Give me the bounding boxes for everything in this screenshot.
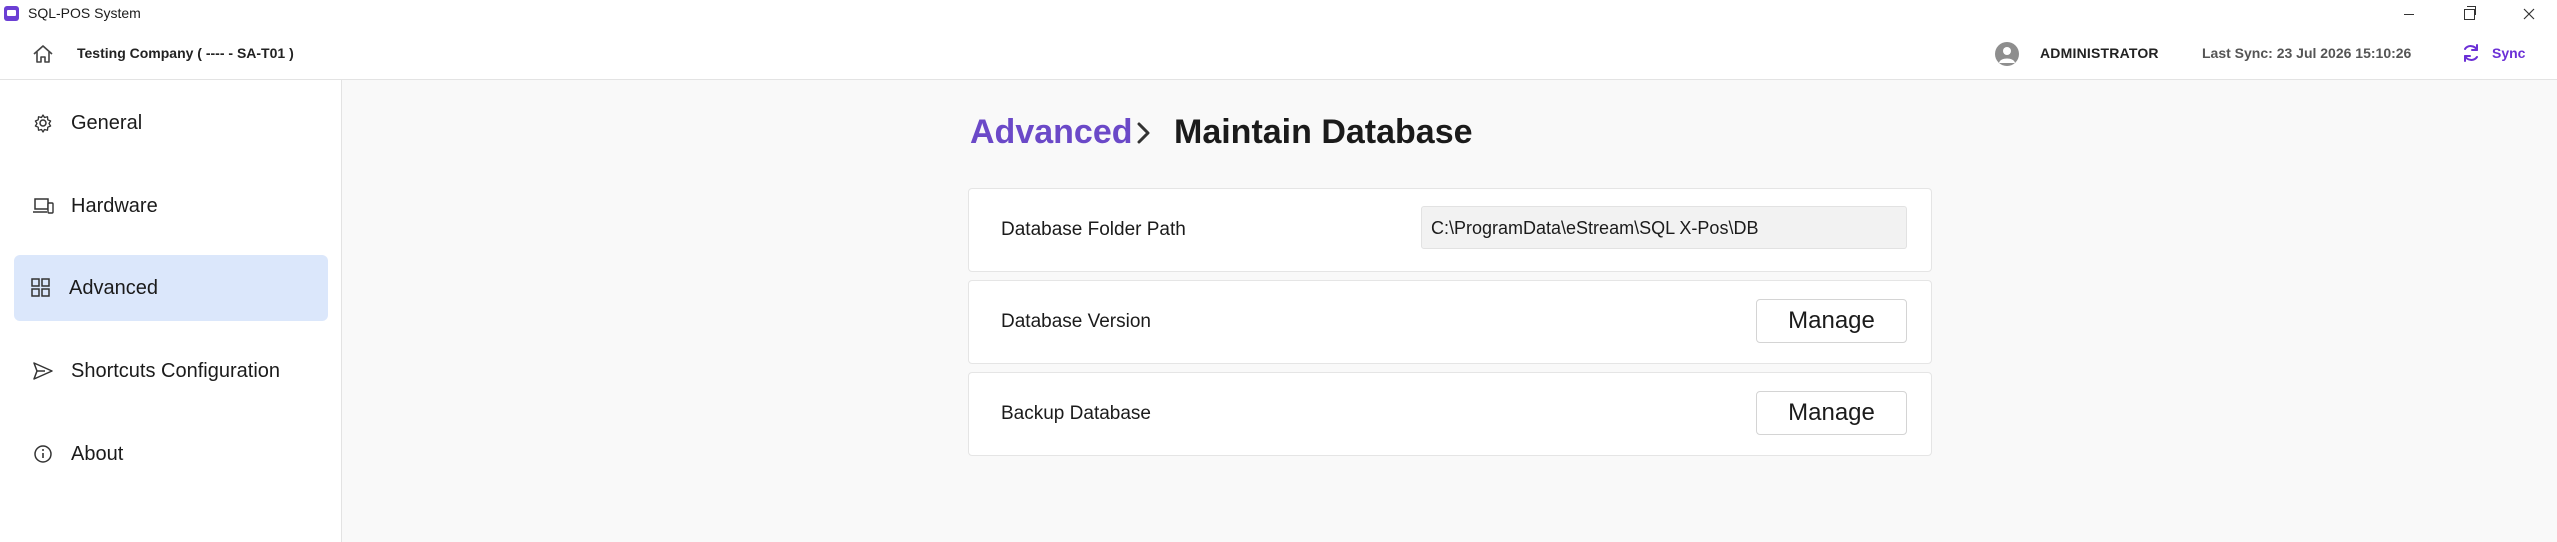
sidebar-item-label: Hardware (71, 195, 158, 217)
sync-button[interactable]: Sync (2492, 45, 2525, 61)
user-name: ADMINISTRATOR (2040, 45, 2159, 61)
info-icon (34, 445, 52, 463)
app-icon (4, 6, 19, 21)
sidebar-item-about[interactable]: About (14, 421, 328, 487)
devices-icon (33, 198, 54, 214)
sidebar-item-shortcuts[interactable]: Shortcuts Configuration (14, 338, 328, 404)
last-sync-text: Last Sync: 23 Jul 2026 15:10:26 (2202, 45, 2412, 61)
gear-icon (34, 114, 52, 133)
sidebar: General Hardware Advanced Shortcuts Conf… (0, 80, 342, 542)
restore-button[interactable] (2446, 0, 2492, 28)
database-version-row: Database Version Manage (968, 280, 1932, 364)
breadcrumb-parent-link[interactable]: Advanced (970, 113, 1133, 152)
title-bar: SQL-POS System (0, 0, 2557, 28)
backup-database-manage-button[interactable]: Manage (1756, 391, 1907, 435)
sidebar-item-label: Advanced (69, 277, 158, 299)
sidebar-item-label: General (71, 112, 143, 134)
page-title: Maintain Database (1174, 113, 1473, 151)
minimize-button[interactable] (2386, 0, 2432, 28)
company-name: Testing Company ( ---- - SA-T01 ) (77, 45, 294, 61)
database-folder-path-label: Database Folder Path (1001, 219, 1186, 240)
minimize-icon (2404, 13, 2414, 15)
database-folder-path-value: C:\ProgramData\eStream\SQL X-Pos\DB (1431, 218, 1759, 238)
chevron-right-icon (1137, 122, 1150, 144)
send-icon (33, 362, 53, 380)
grid-icon (31, 278, 50, 297)
avatar[interactable] (1995, 42, 2019, 66)
sidebar-item-hardware[interactable]: Hardware (14, 173, 328, 239)
sync-icon[interactable] (2461, 43, 2481, 63)
window-title: SQL-POS System (28, 5, 141, 21)
database-folder-path-row: Database Folder Path C:\ProgramData\eStr… (968, 188, 1932, 272)
sidebar-item-label: About (71, 443, 124, 465)
close-button[interactable] (2506, 0, 2552, 28)
user-icon (1999, 47, 2015, 63)
sidebar-item-label: Shortcuts Configuration (71, 360, 281, 382)
sidebar-item-advanced[interactable]: Advanced (14, 255, 328, 321)
database-version-manage-button[interactable]: Manage (1756, 299, 1907, 343)
sidebar-item-general[interactable]: General (14, 90, 328, 156)
backup-database-label: Backup Database (1001, 403, 1151, 424)
close-icon (2523, 8, 2535, 20)
database-folder-path-field[interactable]: C:\ProgramData\eStream\SQL X-Pos\DB (1421, 206, 1907, 249)
restore-icon (2463, 5, 2476, 20)
backup-database-row: Backup Database Manage (968, 372, 1932, 456)
app-header: Testing Company ( ---- - SA-T01 ) ADMINI… (0, 28, 2557, 80)
home-icon[interactable] (32, 44, 54, 64)
database-version-label: Database Version (1001, 311, 1151, 332)
